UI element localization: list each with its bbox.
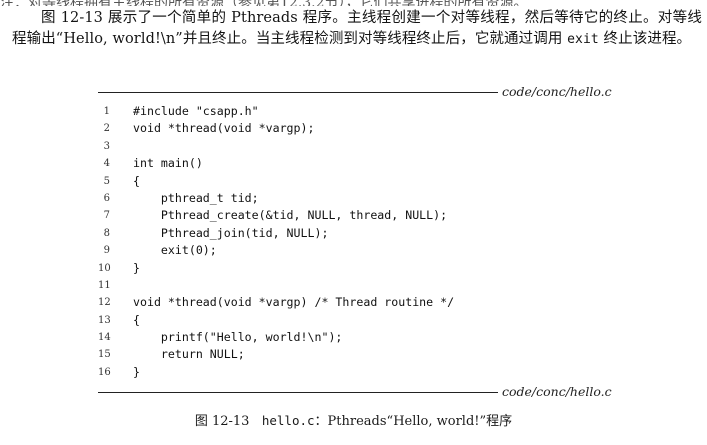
code-line: 9 exit(0);	[98, 242, 618, 259]
line-number: 2	[103, 123, 110, 135]
line-number: 9	[103, 245, 110, 257]
intro-text-part-2: 终止该进程。	[598, 31, 692, 47]
code-listing: 1 #include "csapp.h" 2 void *thread(void *v…	[98, 103, 618, 381]
code-line: 7 Pthread_create(&tid, NULL, thread, NUL…	[98, 207, 618, 224]
file-label-top: code/conc/hello.c	[502, 84, 612, 99]
line-number: 10	[98, 262, 111, 274]
code-bottom-rule	[98, 392, 498, 393]
cut-off-text-line: 注：对等线程拥有主线程的所有资源（参见第12.3.2节），它们共享进程的所有资源…	[0, 0, 707, 6]
code-text: void *thread(void *vargp);	[133, 121, 315, 136]
code-line: 16}	[98, 364, 618, 381]
code-line: 6 pthread_t tid;	[98, 190, 618, 207]
line-number: 1	[103, 106, 110, 117]
line-number: 13	[98, 314, 111, 326]
code-text: }	[133, 260, 140, 275]
code-line: 1 #include "csapp.h"	[98, 103, 618, 120]
line-number: 7	[103, 210, 110, 222]
line-number: 16	[98, 366, 111, 378]
caption-figure-number: 图 12-13	[194, 414, 250, 429]
intro-paragraph: 图 12-13 展示了一个简单的 Pthreads 程序。主线程创建一个对等线程…	[12, 8, 702, 50]
book-page: 注：对等线程拥有主线程的所有资源（参见第12.3.2节），它们共享进程的所有资源…	[0, 0, 707, 445]
code-text: Pthread_create(&tid, NULL, thread, NULL)…	[133, 208, 448, 223]
code-line: 12 void *thread(void *vargp) /* Thread ro…	[98, 294, 618, 311]
code-line: 14 printf("Hello, world!\n");	[98, 329, 618, 346]
code-line: 2 void *thread(void *vargp);	[98, 120, 618, 137]
code-text: exit(0);	[133, 243, 217, 258]
code-text: int main()	[133, 156, 203, 171]
code-top-rule	[98, 92, 498, 93]
code-line: 4 int main()	[98, 155, 618, 172]
code-line: 8 Pthread_join(tid, NULL);	[98, 225, 618, 242]
code-text: #include "csapp.h"	[133, 104, 259, 118]
code-line: 3	[98, 138, 618, 155]
code-text: return NULL;	[133, 347, 245, 362]
line-number: 12	[98, 297, 111, 309]
code-text: }	[133, 364, 140, 379]
code-line: 15 return NULL;	[98, 346, 618, 363]
line-number: 14	[98, 332, 111, 344]
caption-file-name: hello.c	[261, 413, 315, 428]
code-line: 10}	[98, 260, 618, 277]
code-text: {	[133, 173, 140, 188]
code-line: 13 {	[98, 312, 618, 329]
line-number: 5	[103, 175, 110, 187]
line-number: 3	[103, 140, 110, 152]
line-number: 11	[98, 279, 111, 291]
code-text: Pthread_join(tid, NULL);	[133, 225, 329, 240]
code-text: pthread_t tid;	[133, 190, 259, 205]
code-line: 11	[98, 277, 618, 294]
figure-caption: 图 12-13 hello.c：Pthreads“Hello, world!”程…	[0, 410, 707, 429]
line-number: 15	[98, 349, 111, 361]
line-number: 8	[103, 227, 110, 239]
code-text: void *thread(void *vargp) /* Thread rout…	[133, 295, 455, 310]
code-text: {	[133, 312, 140, 327]
line-number: 4	[103, 158, 110, 170]
line-number: 6	[103, 192, 110, 204]
code-line: 5{	[98, 173, 618, 190]
intro-code-exit: exit	[567, 32, 599, 47]
caption-title: ：Pthreads“Hello, world!”程序	[314, 414, 513, 429]
code-text: printf("Hello, world!\n");	[133, 330, 343, 345]
file-label-bottom: code/conc/hello.c	[502, 384, 612, 399]
